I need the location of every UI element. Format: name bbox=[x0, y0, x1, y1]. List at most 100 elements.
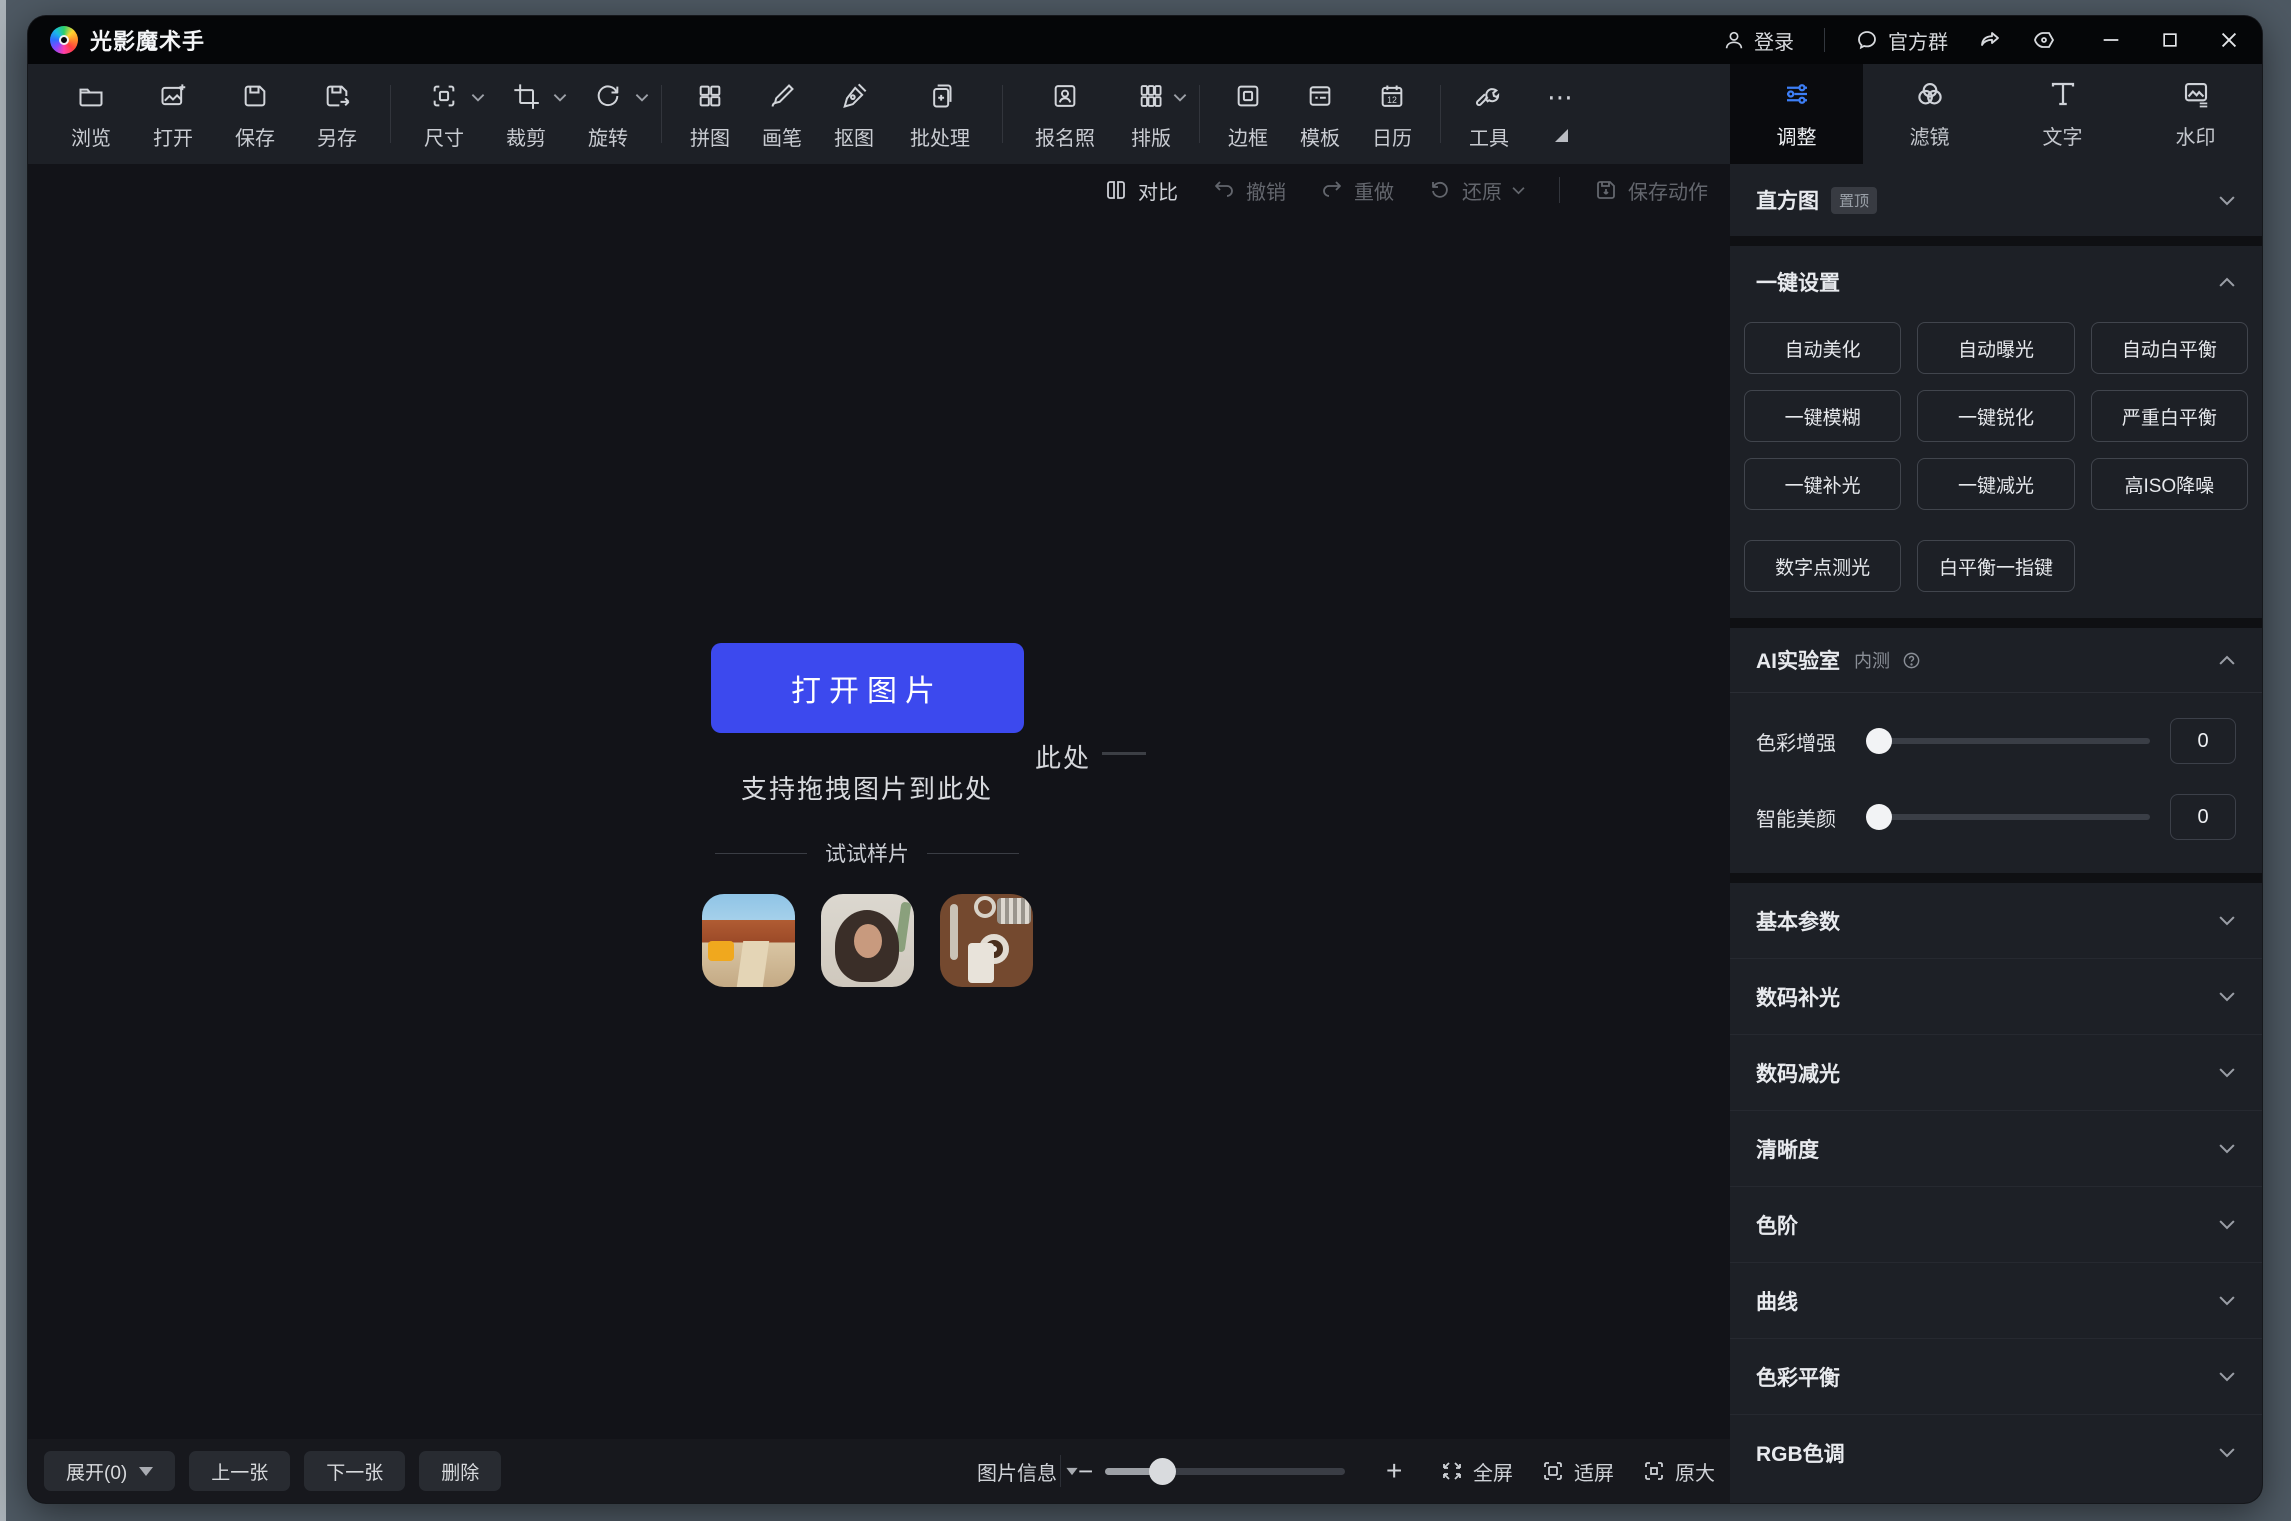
chevron-up-icon[interactable] bbox=[2218, 277, 2236, 288]
chevron-down-icon[interactable] bbox=[471, 93, 485, 102]
close-button[interactable] bbox=[2218, 29, 2240, 51]
chevron-down-icon[interactable] bbox=[553, 93, 567, 102]
calendar-icon: 12 bbox=[1378, 81, 1406, 111]
share-icon[interactable] bbox=[1978, 28, 2002, 52]
template-button[interactable]: 模板 bbox=[1288, 77, 1352, 151]
title-bar: 光影魔术手 登录 官方群 bbox=[28, 16, 2262, 64]
section-curves[interactable]: 曲线 bbox=[1730, 1262, 2262, 1338]
calendar-button[interactable]: 12 日历 bbox=[1360, 77, 1424, 151]
id-photo-button[interactable]: 报名照 bbox=[1019, 77, 1111, 151]
fullscreen-button[interactable]: 全屏 bbox=[1440, 1457, 1513, 1486]
chevron-down-icon[interactable] bbox=[1173, 93, 1187, 102]
minimize-button[interactable] bbox=[2100, 29, 2122, 51]
sample-divider-line bbox=[927, 853, 1019, 854]
auto-exposure-button[interactable]: 自动曝光 bbox=[1917, 322, 2074, 374]
help-circle-icon[interactable] bbox=[1902, 651, 1921, 670]
section-rgb-tone[interactable]: RGB色调 bbox=[1730, 1414, 2262, 1490]
browse-button[interactable]: 浏览 bbox=[54, 77, 128, 151]
slider-knob[interactable] bbox=[1866, 804, 1892, 830]
tab-text[interactable]: 文字 bbox=[1996, 64, 2129, 164]
save-as-button[interactable]: 另存 bbox=[300, 77, 374, 151]
high-iso-denoise-button[interactable]: 高ISO降噪 bbox=[2091, 458, 2248, 510]
tools-button[interactable]: 工具 bbox=[1457, 77, 1521, 151]
redo-label: 重做 bbox=[1354, 176, 1394, 205]
open-button[interactable]: 打开 bbox=[136, 77, 210, 151]
chevron-down-icon[interactable] bbox=[2218, 195, 2236, 206]
save-button[interactable]: 保存 bbox=[218, 77, 292, 151]
brush-button[interactable]: 画笔 bbox=[750, 77, 814, 151]
next-image-button[interactable]: 下一张 bbox=[304, 1451, 405, 1491]
open-image-button[interactable]: 打开图片 bbox=[711, 643, 1024, 733]
more-tools-button[interactable]: ⋯ bbox=[1529, 77, 1593, 142]
prev-image-button[interactable]: 上一张 bbox=[189, 1451, 290, 1491]
auto-beautify-button[interactable]: 自动美化 bbox=[1744, 322, 1901, 374]
crop-icon bbox=[512, 81, 540, 111]
expand-label: 展开(0) bbox=[66, 1458, 127, 1485]
tools-label: 工具 bbox=[1469, 122, 1509, 151]
section-clarity[interactable]: 清晰度 bbox=[1730, 1110, 2262, 1186]
smart-beauty-value[interactable]: 0 bbox=[2170, 794, 2236, 840]
expand-filmstrip-button[interactable]: 展开(0) bbox=[44, 1451, 175, 1491]
one-click-dim-light-button[interactable]: 一键减光 bbox=[1917, 458, 2074, 510]
zoom-in-button[interactable]: + bbox=[1386, 1439, 1402, 1503]
one-click-blur-button[interactable]: 一键模糊 bbox=[1744, 390, 1901, 442]
one-click-section-header[interactable]: 一键设置 bbox=[1730, 246, 2262, 318]
color-enhance-value[interactable]: 0 bbox=[2170, 718, 2236, 764]
one-click-fill-light-button[interactable]: 一键补光 bbox=[1744, 458, 1901, 510]
settings-icon[interactable] bbox=[2032, 28, 2056, 52]
folder-icon bbox=[77, 81, 105, 111]
histogram-section-header[interactable]: 直方图 置顶 bbox=[1730, 164, 2262, 236]
one-click-sharpen-button[interactable]: 一键锐化 bbox=[1917, 390, 2074, 442]
batch-button[interactable]: 批处理 bbox=[894, 77, 986, 151]
chevron-down-icon[interactable] bbox=[635, 93, 649, 102]
section-basic-params[interactable]: 基本参数 bbox=[1730, 883, 2262, 958]
sample-thumb-desk[interactable] bbox=[940, 894, 1033, 987]
image-info-button[interactable]: 图片信息 bbox=[977, 1439, 1079, 1503]
slider-knob[interactable] bbox=[1866, 728, 1892, 754]
crop-button[interactable]: 裁剪 bbox=[489, 77, 563, 151]
auto-white-balance-button[interactable]: 自动白平衡 bbox=[2091, 322, 2248, 374]
cutout-button[interactable]: 抠图 bbox=[822, 77, 886, 151]
save-action-button[interactable]: 保存动作 bbox=[1594, 176, 1708, 205]
original-size-button[interactable]: 原大 bbox=[1642, 1457, 1715, 1486]
titlebar-divider bbox=[1824, 28, 1825, 52]
fit-screen-button[interactable]: 适屏 bbox=[1541, 1457, 1614, 1486]
compare-button[interactable]: 对比 bbox=[1104, 176, 1178, 205]
chevron-up-icon[interactable] bbox=[2218, 655, 2236, 666]
resize-button[interactable]: 尺寸 bbox=[407, 77, 481, 151]
zoom-out-button[interactable]: − bbox=[1078, 1439, 1093, 1503]
section-title: 色阶 bbox=[1756, 1210, 1798, 1240]
delete-image-button[interactable]: 删除 bbox=[419, 1451, 501, 1491]
official-group-button[interactable]: 官方群 bbox=[1855, 26, 1948, 55]
digital-spot-metering-button[interactable]: 数字点测光 bbox=[1744, 540, 1901, 592]
tab-filter-label: 滤镜 bbox=[1910, 121, 1950, 150]
samples-label: 试试样片 bbox=[825, 838, 909, 868]
tab-filter[interactable]: 滤镜 bbox=[1863, 64, 1996, 164]
open-label: 打开 bbox=[153, 122, 193, 151]
undo-button[interactable]: 撤销 bbox=[1212, 176, 1286, 205]
zoom-slider-knob[interactable] bbox=[1149, 1458, 1176, 1485]
color-enhance-slider[interactable] bbox=[1866, 738, 2150, 744]
ai-lab-section-header[interactable]: AI实验室 内测 bbox=[1730, 628, 2262, 693]
smart-beauty-slider[interactable] bbox=[1866, 814, 2150, 820]
restore-button[interactable]: 还原 bbox=[1428, 176, 1525, 205]
maximize-button[interactable] bbox=[2160, 30, 2180, 50]
zoom-slider[interactable] bbox=[1105, 1468, 1345, 1475]
redo-button[interactable]: 重做 bbox=[1320, 176, 1394, 205]
chevron-down-icon bbox=[2218, 915, 2236, 926]
white-balance-one-key-button[interactable]: 白平衡一指键 bbox=[1917, 540, 2074, 592]
section-digital-dim-light[interactable]: 数码减光 bbox=[1730, 1034, 2262, 1110]
layout-button[interactable]: 排版 bbox=[1119, 77, 1183, 151]
rotate-button[interactable]: 旋转 bbox=[571, 77, 645, 151]
section-color-balance[interactable]: 色彩平衡 bbox=[1730, 1338, 2262, 1414]
sample-thumb-canyon[interactable] bbox=[702, 894, 795, 987]
severe-white-balance-button[interactable]: 严重白平衡 bbox=[2091, 390, 2248, 442]
section-digital-fill-light[interactable]: 数码补光 bbox=[1730, 958, 2262, 1034]
tab-watermark[interactable]: 水印 bbox=[2129, 64, 2262, 164]
sample-thumb-portrait[interactable] bbox=[821, 894, 914, 987]
tab-adjust[interactable]: 调整 bbox=[1730, 64, 1863, 164]
collage-button[interactable]: 拼图 bbox=[678, 77, 742, 151]
login-button[interactable]: 登录 bbox=[1723, 26, 1794, 55]
border-button[interactable]: 边框 bbox=[1216, 77, 1280, 151]
section-levels[interactable]: 色阶 bbox=[1730, 1186, 2262, 1262]
